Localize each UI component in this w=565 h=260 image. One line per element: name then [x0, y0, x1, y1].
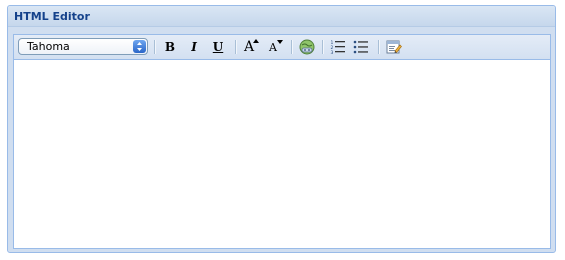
italic-button[interactable]: I	[185, 39, 203, 55]
font-size-decrease-glyph: A	[269, 41, 277, 54]
panel-header: HTML Editor	[8, 6, 555, 27]
toolbar-separator	[291, 40, 293, 54]
underline-icon: U	[212, 40, 224, 54]
bold-icon: B	[164, 40, 176, 54]
underline-button[interactable]: U	[209, 39, 227, 55]
link-globe-icon	[299, 39, 315, 55]
html-editor-panel: HTML Editor Tahoma B I U A A 1 2 3	[7, 5, 556, 253]
font-family-value: Tahoma	[27, 40, 70, 53]
editor-text-area[interactable]	[14, 60, 550, 248]
toolbar-separator	[235, 40, 237, 54]
font-family-select[interactable]: Tahoma	[18, 38, 148, 55]
svg-text:3: 3	[331, 50, 334, 55]
toolbar-separator	[378, 40, 380, 54]
font-size-increase-icon: A	[242, 39, 260, 55]
bold-button[interactable]: B	[161, 39, 179, 55]
select-arrows-icon	[133, 40, 146, 53]
italic-icon: I	[191, 40, 197, 54]
editor-toolbar: Tahoma B I U A A 1 2 3	[14, 35, 550, 60]
unordered-list-button[interactable]	[352, 39, 370, 55]
source-edit-button[interactable]	[385, 39, 403, 55]
html-editor: Tahoma B I U A A 1 2 3	[13, 34, 551, 249]
create-link-button[interactable]	[298, 39, 316, 55]
increase-font-size-button[interactable]: A	[242, 39, 260, 55]
toolbar-separator	[154, 40, 156, 54]
decrease-font-size-button[interactable]: A	[266, 39, 284, 55]
unordered-list-icon	[353, 40, 368, 54]
font-size-decrease-icon: A	[266, 39, 284, 55]
ordered-list-icon: 1 2 3	[331, 40, 345, 55]
source-edit-icon	[386, 40, 402, 54]
panel-title: HTML Editor	[14, 10, 90, 23]
toolbar-separator	[322, 40, 324, 54]
ordered-list-button[interactable]: 1 2 3	[329, 39, 347, 55]
